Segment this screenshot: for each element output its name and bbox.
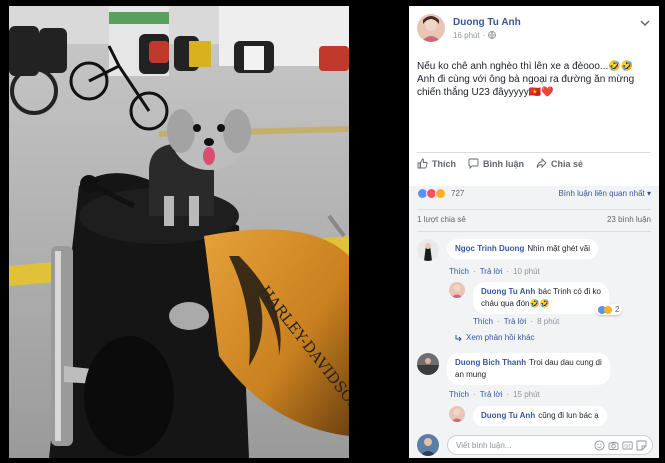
- reply-avatar[interactable]: [449, 406, 465, 422]
- chevron-down-icon[interactable]: [639, 18, 651, 28]
- reaction-count: 727: [451, 189, 465, 198]
- comment-label: Bình luận: [483, 158, 524, 169]
- divider: [417, 231, 651, 232]
- author-avatar[interactable]: [417, 14, 445, 42]
- view-more-label: Xem phản hồi khác: [466, 333, 535, 342]
- comment-like-link[interactable]: Thích: [473, 317, 493, 326]
- haha-reaction-icon: [435, 188, 446, 199]
- post-photo[interactable]: HARLEY-DAVIDSON: [9, 6, 349, 458]
- share-label: Chia sẻ: [551, 158, 584, 169]
- comment-text: bác Trinh có đi ko: [538, 287, 601, 296]
- comment-like-link[interactable]: Thích: [449, 390, 469, 399]
- gif-icon[interactable]: GIF: [622, 440, 633, 451]
- haha-reaction-icon: [604, 305, 612, 314]
- comment-reply-link[interactable]: Trả lời: [480, 390, 503, 399]
- comment-reaction-count: 2: [615, 305, 620, 314]
- comment-text-continued: an mung: [455, 370, 487, 379]
- comment-placeholder: Viết bình luận...: [456, 440, 512, 450]
- commenter-name[interactable]: Duong Bich Thanh: [455, 358, 526, 367]
- dot-separator: ·: [482, 30, 486, 40]
- viewer-avatar: [417, 434, 439, 456]
- comment-time[interactable]: 10 phút: [513, 267, 540, 276]
- comment-bubble: Ngọc Trinh Duong Nhìn mặt ghét vãi: [447, 239, 599, 259]
- share-arrow-icon: [536, 158, 547, 169]
- comment-text: cũng đi lun bác ạ: [538, 411, 599, 420]
- divider: [417, 209, 651, 210]
- share-button[interactable]: Chia sẻ: [536, 158, 583, 169]
- camera-icon[interactable]: [608, 440, 619, 451]
- comment-text-continued: cháu qua đón🤣🤣: [481, 299, 550, 308]
- comment-reply-link[interactable]: Trả lời: [504, 317, 527, 326]
- commenter-name[interactable]: Duong Tu Anh: [481, 411, 535, 420]
- reply-actions: Thích · Trả lời · 8 phút: [473, 317, 560, 326]
- commenter-avatar[interactable]: [417, 239, 439, 261]
- comment-time[interactable]: 8 phút: [537, 317, 559, 326]
- post-text: Nếu ko chê anh nghèo thì lên xe a đèooo.…: [409, 42, 659, 99]
- globe-icon: [488, 31, 497, 39]
- comment-like-link[interactable]: Thích: [449, 267, 469, 276]
- comment-reply-link[interactable]: Trả lời: [480, 267, 503, 276]
- comment-composer: Viết bình luận... GIF: [417, 434, 653, 456]
- svg-text:GIF: GIF: [624, 443, 631, 448]
- commenter-name[interactable]: Ngọc Trinh Duong: [455, 244, 524, 253]
- author-block: Duong Tu Anh 16 phút ·: [453, 17, 521, 40]
- author-name[interactable]: Duong Tu Anh: [453, 17, 521, 28]
- comment-sort-dropdown[interactable]: Bình luận liên quan nhất ▾: [558, 189, 651, 198]
- reply-bubble: Duong Tu Anh bác Trinh có đi ko cháu qua …: [473, 282, 609, 314]
- post-text-line: Nếu ko chê anh nghèo thì lên xe a đèooo.…: [417, 61, 634, 72]
- share-count[interactable]: 1 lượt chia sẻ: [417, 215, 466, 224]
- comment-input[interactable]: Viết bình luận... GIF: [447, 435, 653, 455]
- post-text-line: chiến thắng U23 đâyyyyy🇻🇳❤️: [417, 87, 554, 98]
- post-actions: Thích Bình luận Chia sẻ: [417, 158, 651, 169]
- commenter-avatar[interactable]: [417, 353, 439, 375]
- dog-on-motorcycle-image: HARLEY-DAVIDSON: [9, 6, 349, 458]
- sort-label: Bình luận liên quan nhất: [558, 189, 645, 198]
- photo-viewer: HARLEY-DAVIDSON Duong Tu Anh 16 phút · N…: [0, 0, 665, 463]
- reply-bubble: Duong Tu Anh cũng đi lun bác ạ: [473, 406, 607, 426]
- comment-text: Troi dau dau cung di: [529, 358, 602, 367]
- comment-item: Duong Bich Thanh Troi dau dau cung di an …: [417, 353, 610, 385]
- post-meta: 16 phút ·: [453, 31, 521, 40]
- sticker-icon[interactable]: [636, 440, 647, 451]
- commenter-name[interactable]: Duong Tu Anh: [481, 287, 535, 296]
- comment-item: Ngọc Trinh Duong Nhìn mặt ghét vãi: [417, 239, 599, 261]
- comment-icon: [468, 158, 479, 169]
- emoji-icon[interactable]: [594, 439, 605, 451]
- comment-actions: Thích · Trả lời · 10 phút: [449, 267, 540, 276]
- comment-reaction-badge[interactable]: 2: [595, 304, 623, 315]
- like-label: Thích: [432, 158, 456, 169]
- reaction-summary[interactable]: 727: [417, 188, 464, 199]
- reply-avatar[interactable]: [449, 282, 465, 298]
- comment-time[interactable]: 15 phút: [513, 390, 540, 399]
- view-more-replies-link[interactable]: Xem phản hồi khác: [455, 333, 535, 342]
- post-side-panel: Duong Tu Anh 16 phút · Nếu ko chê anh ng…: [409, 6, 659, 458]
- divider: [417, 152, 651, 153]
- comment-count[interactable]: 23 bình luận: [607, 215, 651, 224]
- comment-button[interactable]: Bình luận: [468, 158, 524, 169]
- comment-actions: Thích · Trả lời · 15 phút: [449, 390, 540, 399]
- post-stats: 1 lượt chia sẻ 23 bình luận: [417, 215, 651, 224]
- reactions-bar: 727 Bình luận liên quan nhất ▾: [417, 188, 651, 199]
- post-time[interactable]: 16 phút: [453, 31, 480, 40]
- comment-bubble: Duong Bich Thanh Troi dau dau cung di an …: [447, 353, 610, 385]
- reply-item: Duong Tu Anh cũng đi lun bác ạ: [449, 406, 607, 426]
- post-text-line: Anh đi cùng với ông bà ngoại ra đường ăn…: [417, 74, 635, 85]
- thumbs-up-icon: [417, 158, 428, 169]
- reply-item: Duong Tu Anh bác Trinh có đi ko cháu qua …: [449, 282, 609, 314]
- reply-arrow-icon: [455, 334, 462, 341]
- like-button[interactable]: Thích: [417, 158, 456, 169]
- comment-text: Nhìn mặt ghét vãi: [527, 244, 591, 253]
- post-header: Duong Tu Anh 16 phút ·: [409, 6, 659, 42]
